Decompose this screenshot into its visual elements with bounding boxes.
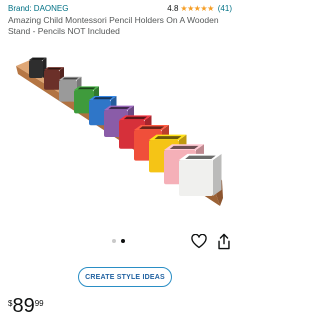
carousel-dots: [112, 239, 125, 243]
header-row: Brand: DAONEG 4.8 ★★★★★ (41): [8, 2, 232, 14]
pencil-cups: [29, 57, 222, 196]
rating-summary[interactable]: 4.8 ★★★★★ (41): [167, 4, 232, 13]
rating-count[interactable]: (41): [218, 4, 232, 13]
rating-value: 4.8: [167, 3, 179, 13]
product-title: Amazing Child Montessori Pencil Holders …: [8, 15, 219, 36]
carousel-dot[interactable]: [112, 239, 116, 243]
price-fraction: 99: [34, 299, 44, 308]
price-whole: 89: [12, 295, 35, 317]
star-rating-icon: ★★★★★: [180, 3, 214, 13]
brand-link[interactable]: Brand: DAONEG: [8, 4, 68, 13]
product-image[interactable]: [0, 38, 240, 228]
pencil-cup: [29, 57, 47, 78]
pencil-cup: [179, 153, 222, 196]
create-style-ideas-button[interactable]: CREATE STYLE IDEAS: [78, 267, 172, 287]
carousel-dot-active[interactable]: [121, 239, 125, 243]
price: $ 89 99: [8, 296, 44, 316]
heart-icon[interactable]: [191, 234, 207, 249]
share-icon[interactable]: [216, 233, 232, 250]
